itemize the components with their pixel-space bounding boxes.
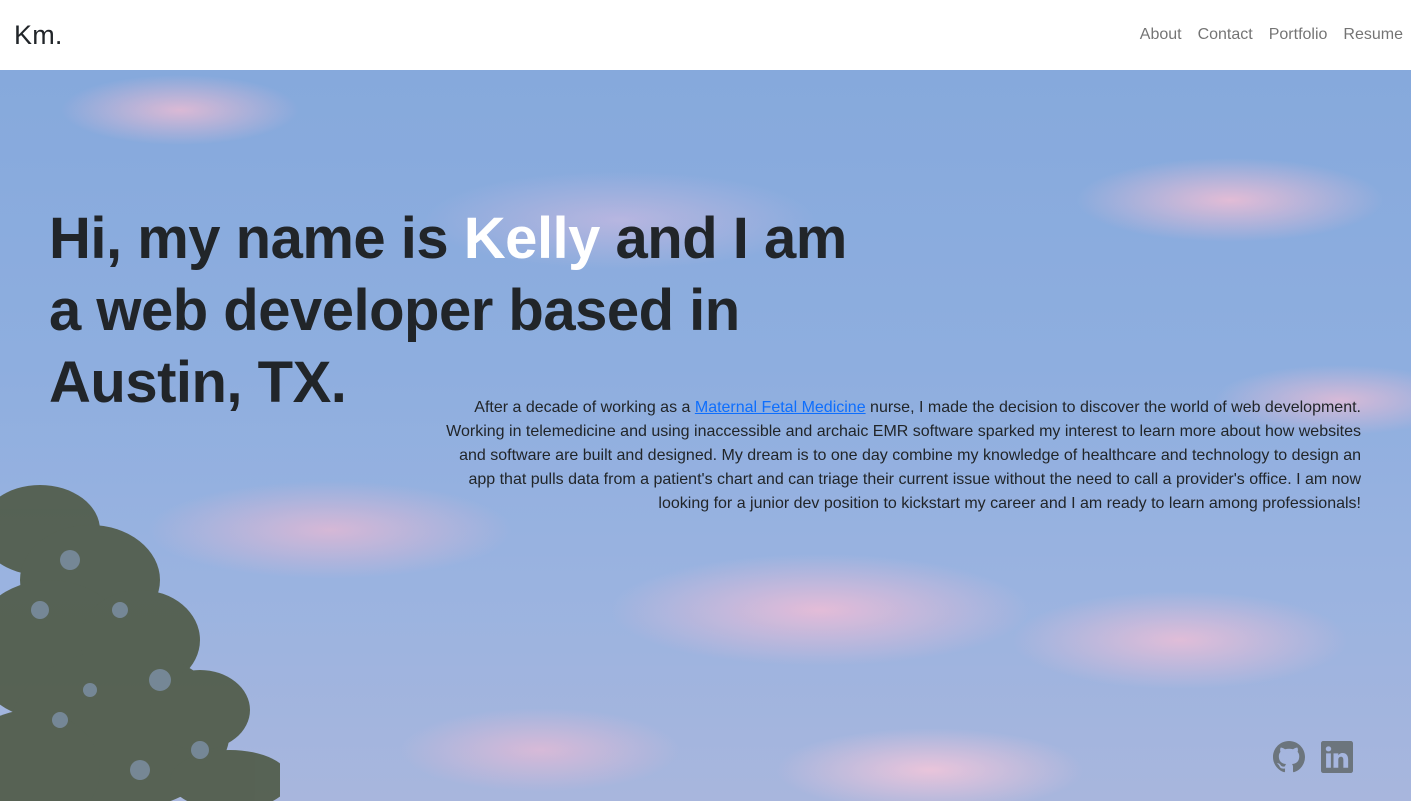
nav-link-about[interactable]: About	[1140, 26, 1182, 44]
bio-paragraph: After a decade of working as a Maternal …	[440, 396, 1361, 516]
headline-name: Kelly	[463, 206, 601, 271]
hero-headline: Hi, my name is Kelly and I am a web deve…	[49, 203, 869, 419]
brand-logo[interactable]: Km.	[14, 20, 63, 51]
headline-text-start: Hi, my name is	[49, 206, 464, 271]
nav-link-resume[interactable]: Resume	[1343, 26, 1403, 44]
nav-link-portfolio[interactable]: Portfolio	[1269, 26, 1328, 44]
nav-link-contact[interactable]: Contact	[1198, 26, 1253, 44]
hero-section: Hi, my name is Kelly and I am a web deve…	[0, 70, 1411, 801]
github-link[interactable]	[1273, 741, 1305, 773]
github-icon	[1273, 741, 1305, 773]
navbar: Km. About Contact Portfolio Resume	[0, 0, 1411, 70]
social-links	[1273, 741, 1353, 773]
nav-links: About Contact Portfolio Resume	[1124, 26, 1403, 44]
linkedin-icon	[1321, 741, 1353, 773]
maternal-fetal-medicine-link[interactable]: Maternal Fetal Medicine	[695, 399, 866, 416]
bio-text-start: After a decade of working as a	[474, 399, 695, 416]
tree-foliage-image	[0, 485, 280, 801]
linkedin-link[interactable]	[1321, 741, 1353, 773]
